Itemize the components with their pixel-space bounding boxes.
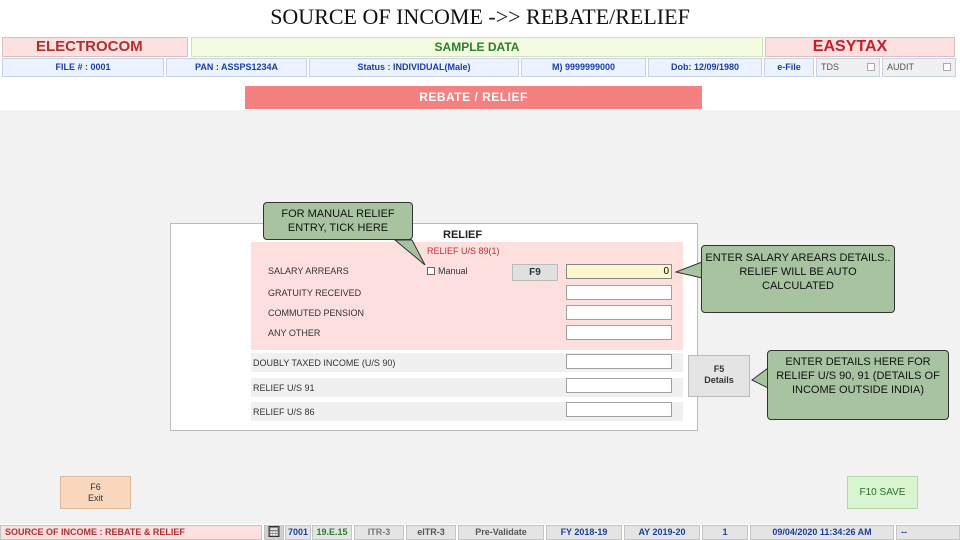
slide-title: SOURCE OF INCOME ->> REBATE/RELIEF bbox=[270, 4, 690, 29]
status-ay: AY 2019-20 bbox=[624, 525, 700, 540]
f10-save-button[interactable]: F10 SAVE bbox=[847, 476, 918, 509]
salary-arrears-input[interactable]: 0 bbox=[566, 264, 672, 279]
relief-91-label: RELIEF U/S 91 bbox=[253, 383, 315, 393]
sample-data-label: SAMPLE DATA bbox=[191, 37, 763, 57]
manual-checkbox[interactable]: Manual bbox=[427, 266, 468, 276]
commuted-pension-label: COMMUTED PENSION bbox=[268, 308, 365, 318]
status-count: 1 bbox=[702, 525, 748, 540]
f9-button[interactable]: F9 bbox=[512, 264, 558, 281]
callout-manual: FOR MANUAL RELIEF ENTRY, TICK HERE bbox=[263, 202, 413, 240]
status-fy: FY 2018-19 bbox=[546, 525, 622, 540]
relief-89-title: RELIEF U/S 89(1) bbox=[427, 246, 500, 256]
calculator-icon[interactable] bbox=[264, 525, 284, 540]
callout-salary: ENTER SALARY AREARS DETAILS.. RELIEF WIL… bbox=[701, 245, 895, 313]
any-other-label: ANY OTHER bbox=[268, 328, 321, 338]
doubly-taxed-input[interactable] bbox=[566, 354, 672, 369]
assessee-status: Status : INDIVIDUAL(Male) bbox=[309, 58, 519, 77]
audit-label: AUDIT bbox=[887, 62, 914, 72]
status-prevalidate[interactable]: Pre-Validate bbox=[458, 525, 544, 540]
mobile-number: M) 9999999000 bbox=[521, 58, 646, 77]
status-itr3[interactable]: ITR-3 bbox=[354, 525, 404, 540]
calculator-icon-glyph bbox=[268, 526, 280, 537]
status-datetime: 09/04/2020 11:34:26 AM bbox=[750, 525, 894, 540]
status-extra: -- bbox=[896, 525, 960, 540]
status-version: 19.E.15 bbox=[312, 525, 352, 540]
salary-arrears-label: SALARY ARREARS bbox=[268, 266, 349, 276]
manual-label: Manual bbox=[438, 266, 468, 276]
f5-details-button[interactable]: F5 Details bbox=[688, 355, 750, 397]
gratuity-input[interactable] bbox=[566, 285, 672, 300]
status-eitr3[interactable]: eITR-3 bbox=[406, 525, 456, 540]
relief-91-input[interactable] bbox=[566, 378, 672, 393]
pan-number: PAN : ASSPS1234A bbox=[166, 58, 307, 77]
checkbox-icon[interactable] bbox=[427, 267, 435, 275]
efile-button[interactable]: e-File bbox=[764, 58, 814, 77]
callout-details: ENTER DETAILS HERE FOR RELIEF U/S 90, 91… bbox=[767, 350, 949, 420]
status-code: 7001 bbox=[285, 525, 311, 540]
section-header: REBATE / RELIEF bbox=[245, 86, 702, 109]
gratuity-label: GRATUITY RECEIVED bbox=[268, 288, 362, 298]
f5-key-label: F5 bbox=[713, 364, 725, 374]
f5-details-label: Details bbox=[704, 375, 734, 385]
date-of-birth: Dob: 12/09/1980 bbox=[648, 58, 762, 77]
f6-key-label: F6 bbox=[90, 482, 101, 492]
file-number: FILE # : 0001 bbox=[2, 58, 164, 77]
relief-title: RELIEF bbox=[443, 229, 483, 241]
tds-label: TDS bbox=[821, 62, 839, 72]
brand-electrocom: ELECTROCOM bbox=[2, 37, 188, 57]
commuted-pension-input[interactable] bbox=[566, 305, 672, 320]
audit-checkbox[interactable] bbox=[943, 63, 951, 71]
tds-checkbox[interactable] bbox=[867, 63, 875, 71]
relief-86-input[interactable] bbox=[566, 402, 672, 417]
audit-toggle[interactable]: AUDIT bbox=[882, 58, 956, 77]
relief-86-label: RELIEF U/S 86 bbox=[253, 407, 315, 417]
brand-easytax: EASYTAX bbox=[765, 37, 955, 57]
tds-toggle[interactable]: TDS bbox=[816, 58, 880, 77]
any-other-input[interactable] bbox=[566, 325, 672, 340]
doubly-taxed-label: DOUBLY TAXED INCOME (U/S 90) bbox=[253, 358, 396, 368]
f6-exit-button[interactable]: F6 Exit bbox=[60, 476, 131, 509]
status-section: SOURCE OF INCOME : REBATE & RELIEF bbox=[0, 525, 262, 540]
f6-exit-label: Exit bbox=[87, 493, 103, 503]
